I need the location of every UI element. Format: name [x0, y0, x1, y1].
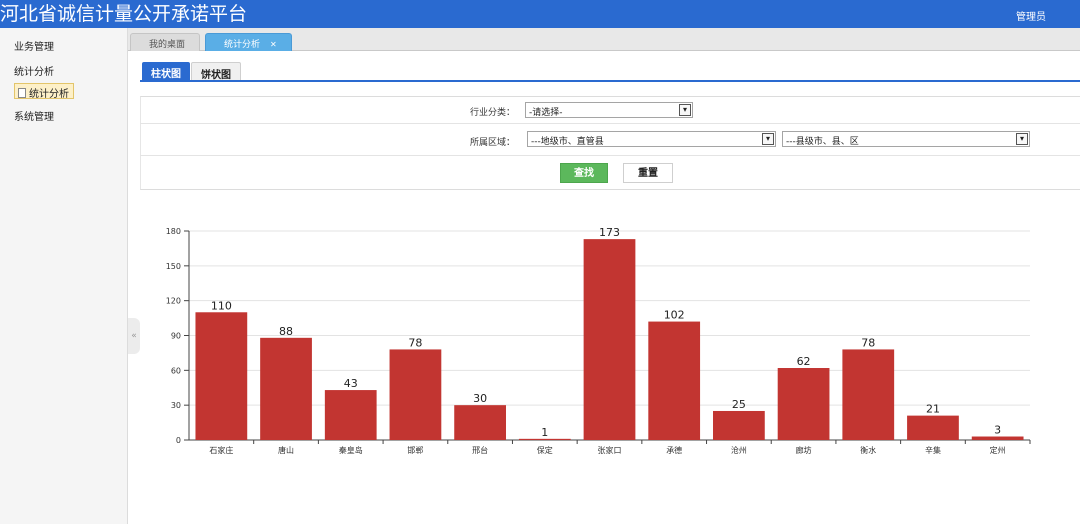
divider	[140, 123, 1080, 124]
bar	[842, 349, 895, 440]
close-icon[interactable]: ✕	[270, 40, 277, 49]
sidebar-item-system[interactable]: 系统管理	[14, 108, 54, 123]
data-label: 102	[664, 309, 685, 322]
document-icon	[18, 88, 26, 98]
x-tick-label: 石家庄	[209, 445, 233, 455]
y-tick-label: 150	[166, 262, 181, 271]
bar	[324, 390, 377, 440]
data-label: 30	[473, 392, 487, 405]
y-tick-label: 120	[166, 297, 181, 306]
tab-label: 统计分析	[224, 40, 261, 50]
sidebar-collapse-handle[interactable]: «	[128, 318, 140, 354]
sidebar-subitem-label: 统计分析	[29, 89, 69, 100]
subtab-divider	[140, 80, 1080, 82]
y-tick-label: 60	[171, 366, 181, 375]
data-label: 62	[797, 355, 811, 368]
tab-label: 我的桌面	[149, 40, 186, 50]
x-tick-label: 辛集	[925, 445, 941, 455]
bar	[971, 436, 1024, 440]
county-select[interactable]: ---县级市、县、区 ▾	[782, 131, 1030, 147]
x-tick-label: 沧州	[731, 445, 747, 455]
city-select[interactable]: ---地级市、直管县 ▾	[527, 131, 776, 147]
data-label: 110	[211, 299, 232, 312]
y-tick-label: 180	[166, 227, 181, 236]
bar	[583, 239, 636, 440]
data-label: 43	[344, 377, 358, 390]
chevron-left-icon: «	[131, 331, 137, 341]
tab-pie-chart[interactable]: 饼状图	[191, 62, 241, 81]
industry-label: 行业分类：	[469, 108, 515, 118]
y-tick-label: 30	[171, 401, 181, 410]
x-tick-label: 张家口	[598, 445, 622, 455]
sidebar: 业务管理 统计分析 统计分析 系统管理	[0, 28, 128, 524]
x-tick-label: 邯郸	[407, 445, 423, 455]
bar	[518, 438, 571, 440]
industry-select[interactable]: -请选择- ▾	[525, 102, 693, 118]
divider	[140, 155, 1080, 156]
tab-desktop[interactable]: 我的桌面	[130, 33, 201, 51]
chevron-down-icon: ▾	[679, 104, 691, 116]
reset-button[interactable]: 重置	[623, 163, 673, 183]
bar	[260, 337, 312, 440]
x-tick-label: 衡水	[860, 445, 876, 455]
bar	[195, 312, 248, 440]
bar	[454, 405, 506, 440]
x-tick-label: 秦皇岛	[339, 445, 363, 455]
data-label: 3	[994, 424, 1001, 437]
x-tick-label: 承德	[666, 445, 682, 455]
app-header: 河北省诚信计量公开承诺平台 管理员	[0, 0, 1080, 28]
tab-bar: 我的桌面 统计分析 ✕	[128, 28, 1080, 51]
chevron-down-icon: ▾	[762, 133, 774, 145]
search-button[interactable]: 查找	[560, 163, 608, 183]
y-tick-label: 0	[176, 436, 181, 445]
industry-select-value: -请选择-	[529, 108, 563, 118]
x-tick-label: 邢台	[472, 445, 488, 455]
sidebar-item-statistics[interactable]: 统计分析	[14, 63, 54, 78]
bar-chart: 0 30 60 90 120 150 180 110 石家庄 88 唐山 43 秦皇岛 78 邯郸 30 邢台 1…	[166, 226, 1031, 455]
x-tick-label: 定州	[990, 445, 1006, 455]
x-tick-label: 保定	[537, 445, 553, 455]
app-title: 河北省诚信计量公开承诺平台	[0, 3, 248, 25]
bar	[389, 349, 442, 440]
data-label: 78	[408, 336, 422, 349]
current-user[interactable]: 管理员	[1016, 8, 1046, 23]
data-label: 1	[541, 426, 548, 439]
data-label: 78	[861, 336, 875, 349]
tab-statistics[interactable]: 统计分析 ✕	[205, 33, 292, 51]
y-tick-label: 90	[171, 332, 181, 341]
bar	[907, 415, 959, 440]
city-select-value: ---地级市、直管县	[531, 137, 604, 147]
bar	[648, 321, 701, 440]
data-label: 88	[279, 325, 293, 338]
chevron-down-icon: ▾	[1016, 133, 1028, 145]
region-label: 所属区域：	[469, 138, 515, 148]
sidebar-subitem-statistics[interactable]: 统计分析	[14, 83, 74, 100]
tab-bar-chart[interactable]: 柱状图	[142, 62, 190, 81]
sidebar-item-business[interactable]: 业务管理	[14, 38, 54, 53]
bar	[713, 410, 765, 440]
data-label: 25	[732, 398, 746, 411]
x-tick-label: 唐山	[278, 445, 294, 455]
x-tick-label: 廊坊	[796, 445, 812, 455]
data-label: 21	[926, 403, 940, 416]
bar	[777, 368, 830, 440]
county-select-value: ---县级市、县、区	[786, 137, 859, 147]
data-label: 173	[599, 226, 620, 239]
